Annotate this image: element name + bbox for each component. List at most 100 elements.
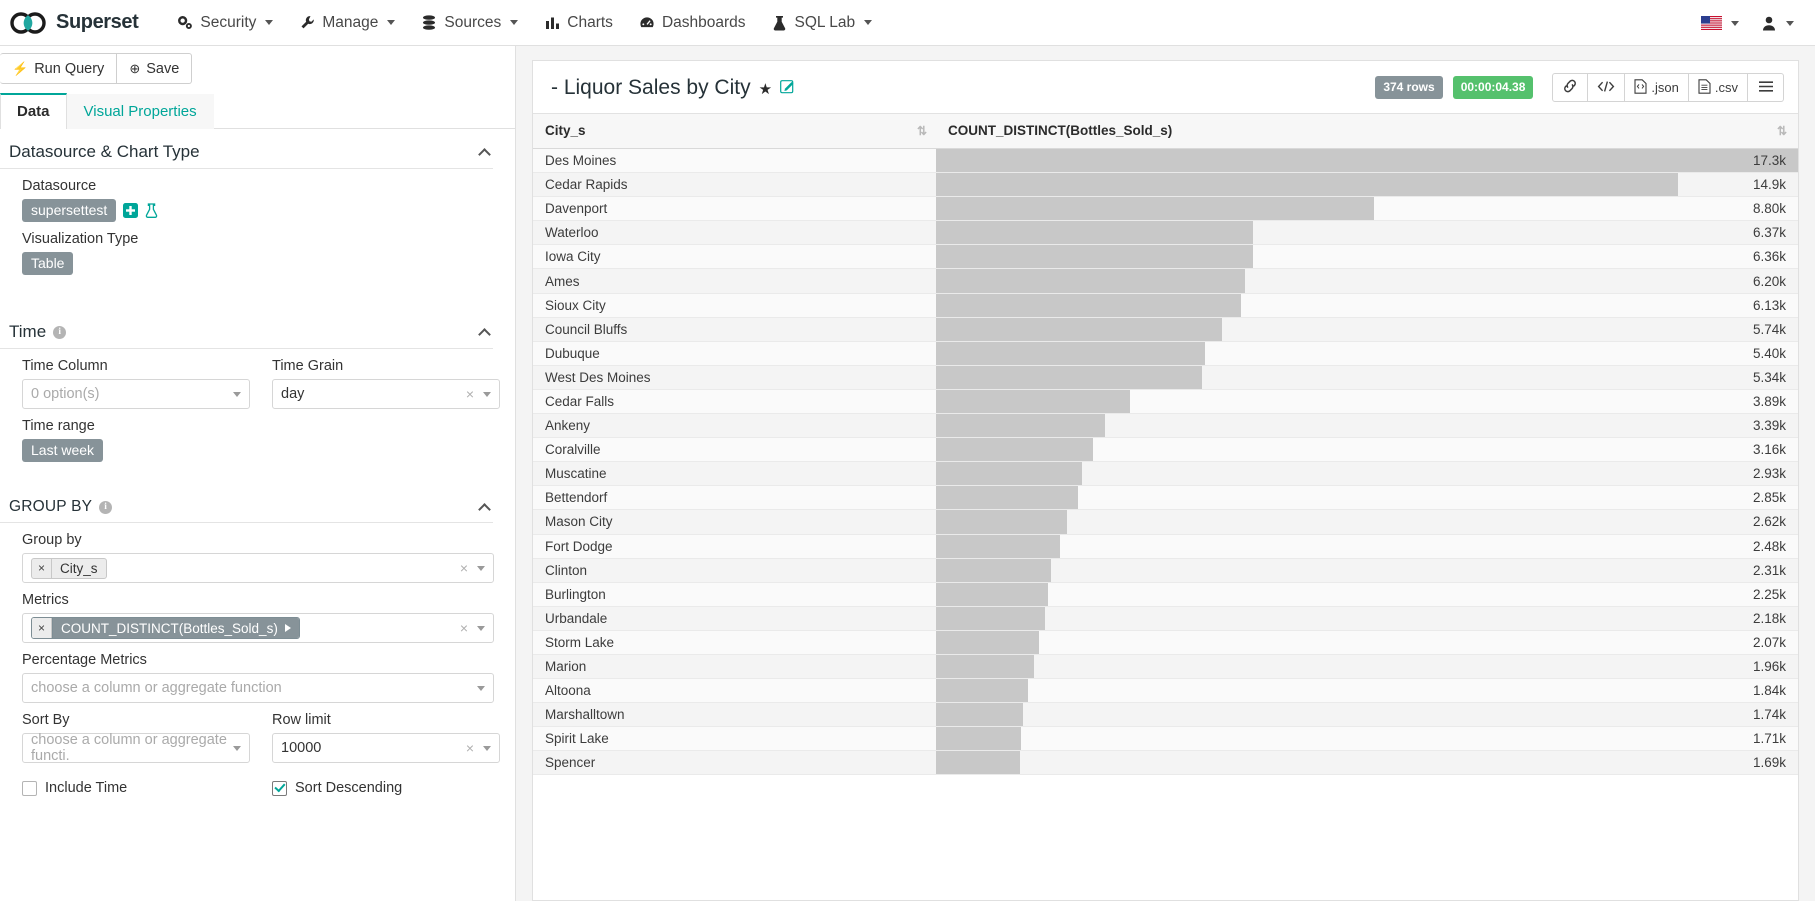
datasource-value[interactable]: supersettest: [22, 199, 117, 222]
table-row[interactable]: Council Bluffs 5.74k: [533, 317, 1798, 342]
export-json-button[interactable]: .json: [1625, 73, 1689, 102]
sort-descending-checkbox[interactable]: Sort Descending: [272, 780, 500, 796]
section-datasource-header[interactable]: Datasource & Chart Type: [0, 129, 493, 169]
user-menu[interactable]: [1752, 10, 1803, 37]
table-row[interactable]: Marshalltown 1.74k: [533, 702, 1798, 728]
table-row[interactable]: Cedar Rapids 14.9k: [533, 172, 1798, 198]
add-datasource-icon[interactable]: [123, 203, 139, 218]
section-group-by-header[interactable]: GROUP BY i: [0, 485, 493, 523]
remove-group-by-icon[interactable]: ×: [32, 558, 53, 578]
table-row[interactable]: West Des Moines 5.34k: [533, 365, 1798, 390]
view-query-button[interactable]: [1588, 73, 1626, 102]
time-range-value[interactable]: Last week: [22, 439, 104, 462]
language-selector[interactable]: [1692, 10, 1748, 36]
cell-metric: 6.13k: [936, 293, 1798, 318]
edit-icon[interactable]: [780, 79, 795, 94]
table-row[interactable]: Burlington 2.25k: [533, 582, 1798, 607]
table-row[interactable]: Waterloo 6.37k: [533, 220, 1798, 246]
column-header-metric[interactable]: COUNT_DISTINCT(Bottles_Sold_s) ⇅: [936, 113, 1798, 149]
include-time-checkbox[interactable]: Include Time: [22, 780, 250, 796]
save-button[interactable]: ⊕ Save: [117, 53, 193, 84]
chevron-down-icon: [477, 566, 485, 571]
table-row[interactable]: Urbandale 2.18k: [533, 606, 1798, 631]
chevron-up-icon[interactable]: [478, 327, 491, 341]
table-row[interactable]: Des Moines 17.3k: [533, 148, 1798, 174]
table-row[interactable]: Muscatine 2.93k: [533, 461, 1798, 487]
table-row[interactable]: Spencer 1.69k: [533, 750, 1798, 776]
chevron-up-icon[interactable]: [478, 147, 491, 161]
results-table-wrapper[interactable]: City_s ⇅ COUNT_DISTINCT(Bottles_Sold_s) …: [533, 113, 1798, 900]
table-row[interactable]: Spirit Lake 1.71k: [533, 726, 1798, 752]
metric-tag[interactable]: × COUNT_DISTINCT(Bottles_Sold_s): [31, 617, 300, 639]
table-row[interactable]: Cedar Falls 3.89k: [533, 389, 1798, 415]
info-icon[interactable]: i: [53, 325, 67, 339]
viz-type-value[interactable]: Table: [22, 252, 74, 275]
clear-icon[interactable]: ×: [460, 560, 468, 576]
column-header-city[interactable]: City_s ⇅: [533, 113, 936, 149]
run-query-button[interactable]: ⚡ Run Query: [0, 53, 118, 84]
chevron-down-icon: [387, 20, 396, 25]
row-limit-select[interactable]: 10000 ×: [272, 733, 500, 763]
time-grain-select[interactable]: day ×: [272, 379, 500, 409]
table-row[interactable]: Fort Dodge 2.48k: [533, 534, 1798, 559]
tab-visual-properties-label: Visual Properties: [83, 103, 197, 120]
time-column-select[interactable]: 0 option(s): [22, 379, 250, 409]
table-row[interactable]: Altoona 1.84k: [533, 678, 1798, 704]
table-row[interactable]: Mason City 2.62k: [533, 509, 1798, 535]
cell-metric: 1.71k: [936, 726, 1798, 752]
cell-metric: 1.84k: [936, 678, 1798, 704]
section-group-by-title: GROUP BY i: [9, 498, 113, 516]
section-time-header[interactable]: Time i: [0, 309, 493, 349]
table-row[interactable]: Coralville 3.16k: [533, 437, 1798, 463]
star-icon[interactable]: ★: [759, 80, 772, 98]
cell-background: [936, 534, 1798, 558]
nav-item-dashboards[interactable]: Dashboards: [626, 8, 759, 38]
group-by-select[interactable]: × City_s ×: [22, 553, 494, 583]
brand-logo-link[interactable]: Superset: [10, 11, 139, 34]
table-row[interactable]: Sioux City 6.13k: [533, 293, 1798, 318]
table-row[interactable]: Storm Lake 2.07k: [533, 630, 1798, 655]
cell-city: Urbandale: [533, 606, 936, 631]
nav-item-charts[interactable]: Charts: [531, 8, 626, 38]
clear-icon[interactable]: ×: [460, 620, 468, 636]
nav-item-sql-lab[interactable]: SQL Lab: [759, 8, 886, 38]
sort-by-select[interactable]: choose a column or aggregate functi.: [22, 732, 250, 764]
nav-item-manage-label: Manage: [322, 13, 379, 31]
sort-descending-checkbox-box[interactable]: [272, 780, 287, 796]
export-csv-button[interactable]: .csv: [1688, 73, 1748, 102]
info-icon[interactable]: i: [99, 500, 113, 514]
gears-icon: [177, 15, 193, 30]
share-link-button[interactable]: [1552, 73, 1589, 102]
explore-datasource-flask-icon[interactable]: [145, 203, 158, 218]
tab-visual-properties[interactable]: Visual Properties: [66, 94, 214, 129]
nav-item-security[interactable]: Security: [164, 8, 286, 38]
metrics-select[interactable]: × COUNT_DISTINCT(Bottles_Sold_s) ×: [22, 613, 494, 643]
nav-item-manage[interactable]: Manage: [286, 8, 408, 38]
table-row[interactable]: Dubuque 5.40k: [533, 341, 1798, 366]
cell-metric-value: 5.40k: [1752, 345, 1786, 361]
table-row[interactable]: Clinton 2.31k: [533, 558, 1798, 583]
table-row[interactable]: Marion 1.96k: [533, 654, 1798, 680]
time-grain-label: Time Grain: [272, 358, 344, 374]
table-row[interactable]: Bettendorf 2.85k: [533, 485, 1798, 511]
chevron-up-icon[interactable]: [478, 502, 491, 516]
tab-data-label: Data: [17, 103, 50, 120]
percentage-metrics-select[interactable]: choose a column or aggregate function: [22, 673, 494, 703]
tab-data[interactable]: Data: [0, 93, 67, 129]
value-bar: [936, 317, 1222, 341]
remove-metric-icon[interactable]: ×: [32, 618, 53, 638]
nav-item-sources[interactable]: Sources: [408, 8, 531, 38]
include-time-checkbox-box[interactable]: [22, 780, 37, 796]
table-row[interactable]: Ames 6.20k: [533, 268, 1798, 294]
table-row[interactable]: Davenport 8.80k: [533, 196, 1798, 222]
clear-icon[interactable]: ×: [466, 386, 474, 402]
metric-tag-label: COUNT_DISTINCT(Bottles_Sold_s): [61, 620, 278, 636]
table-row[interactable]: Iowa City 6.36k: [533, 244, 1798, 270]
group-by-tag[interactable]: × City_s: [31, 557, 107, 579]
more-menu-button[interactable]: [1748, 73, 1784, 102]
table-row[interactable]: Ankeny 3.39k: [533, 413, 1798, 439]
brand-name: Superset: [56, 11, 139, 33]
cell-background: [936, 606, 1798, 630]
chart-title-text: - Liquor Sales by City: [551, 75, 751, 99]
clear-icon[interactable]: ×: [466, 740, 474, 756]
